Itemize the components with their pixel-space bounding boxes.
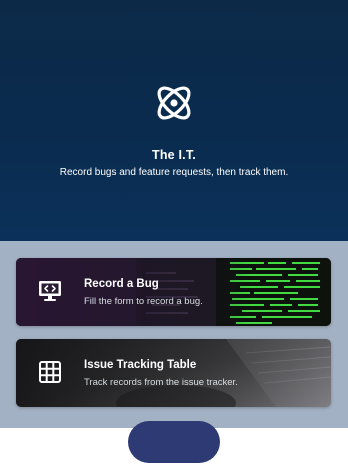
- app-screen: The I.T. Record bugs and feature request…: [0, 0, 348, 467]
- card-description: Fill the form to record a bug.: [84, 296, 203, 307]
- app-tagline: Record bugs and feature requests, then t…: [59, 167, 289, 178]
- card-shade: [16, 339, 331, 407]
- monitor-code-icon: [39, 281, 61, 301]
- card-title: Record a Bug: [84, 278, 159, 290]
- atom-icon: [157, 86, 191, 120]
- card-title: Issue Tracking Table: [84, 359, 197, 371]
- app-title: The I.T.: [152, 148, 196, 162]
- card-description: Track records from the issue tracker.: [84, 377, 238, 388]
- issue-tracking-card[interactable]: Issue Tracking Table Track records from …: [16, 339, 331, 407]
- record-bug-card[interactable]: Record a Bug Fill the form to record a b…: [16, 258, 331, 326]
- bottom-action-button[interactable]: [128, 421, 220, 463]
- grid-table-icon: [39, 361, 61, 383]
- card-shade: [16, 258, 331, 326]
- hero-header: The I.T. Record bugs and feature request…: [0, 0, 348, 241]
